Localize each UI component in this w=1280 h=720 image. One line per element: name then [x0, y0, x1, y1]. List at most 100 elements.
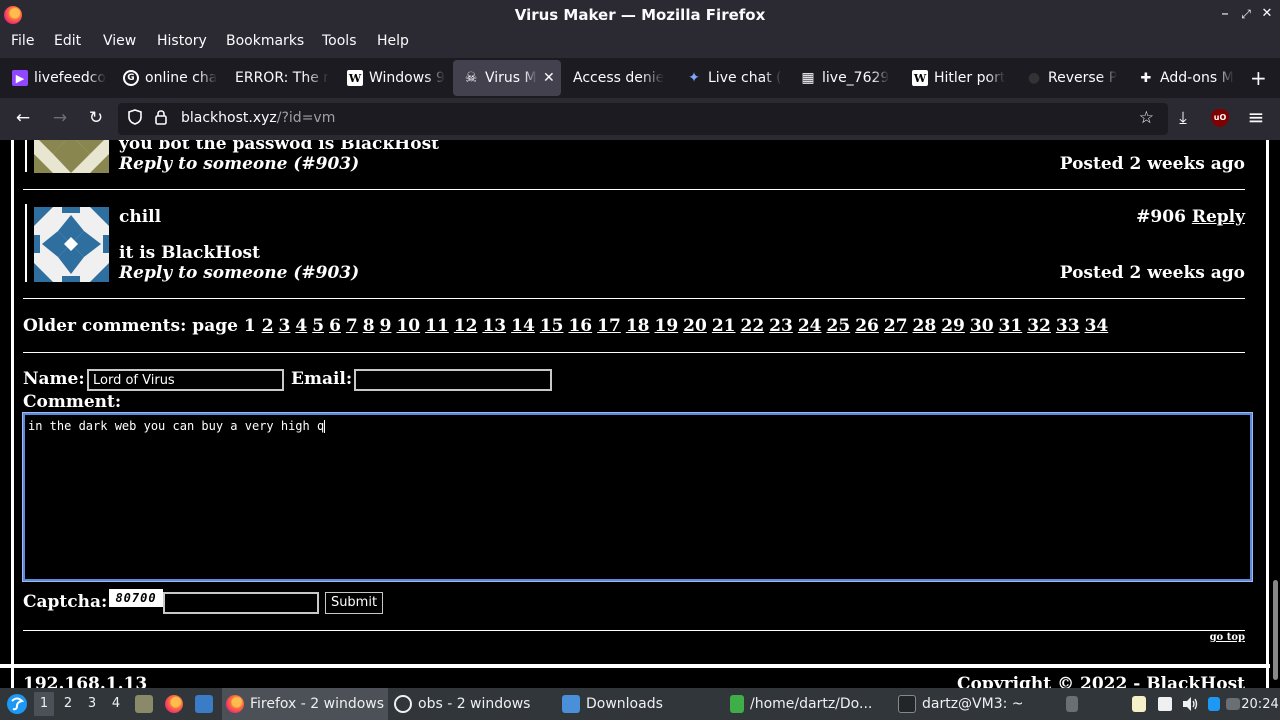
pager-link-31[interactable]: 31 — [999, 316, 1023, 336]
volume-control[interactable] — [1180, 688, 1200, 720]
taskbar-terminal[interactable]: dartz@VM3: ~ — [894, 688, 1060, 720]
taskbar-obs[interactable]: obs - 2 windows — [390, 688, 556, 720]
pager-link-30[interactable]: 30 — [970, 316, 994, 336]
lock-icon[interactable] — [154, 109, 168, 129]
tab-windows[interactable]: W Windows 9 — [337, 60, 445, 96]
pager-link-16[interactable]: 16 — [568, 316, 592, 336]
pager-link-27[interactable]: 27 — [884, 316, 908, 336]
pager-link-22[interactable]: 22 — [741, 316, 765, 336]
tab-reverse[interactable]: ● Reverse P — [1016, 60, 1128, 96]
workspace-2[interactable]: 2 — [58, 696, 78, 711]
pager-link-12[interactable]: 12 — [454, 316, 478, 336]
pager-link-17[interactable]: 17 — [597, 316, 621, 336]
tab-virus-maker[interactable]: ☠ Virus Ma ✕ — [453, 60, 561, 96]
tab-access-denied[interactable]: Access denie — [563, 60, 673, 96]
menu-tools[interactable]: Tools — [322, 33, 357, 49]
menu-file[interactable]: File — [11, 33, 34, 49]
pager-link-14[interactable]: 14 — [511, 316, 535, 336]
page-scrollbar[interactable] — [1270, 140, 1280, 688]
window-title: Virus Maker — Mozilla Firefox — [514, 6, 766, 24]
pager-link-13[interactable]: 13 — [482, 316, 506, 336]
files-launcher[interactable] — [134, 688, 154, 720]
back-button[interactable]: ← — [12, 108, 34, 128]
tray-item[interactable] — [1156, 688, 1174, 720]
pager-link-24[interactable]: 24 — [798, 316, 822, 336]
pager-link-26[interactable]: 26 — [855, 316, 879, 336]
pager-link-29[interactable]: 29 — [941, 316, 965, 336]
menu-view[interactable]: View — [103, 33, 136, 49]
reload-button[interactable]: ↻ — [85, 108, 107, 128]
new-tab-button[interactable]: + — [1250, 66, 1267, 90]
workspace-1[interactable]: 1 — [34, 692, 54, 716]
tab-add-ons[interactable]: ✚ Add-ons M — [1128, 60, 1240, 96]
menu-help[interactable]: Help — [377, 33, 409, 49]
tab-hitler-port[interactable]: W Hitler port — [902, 60, 1012, 96]
pager-link-15[interactable]: 15 — [540, 316, 564, 336]
pager-link-25[interactable]: 25 — [827, 316, 851, 336]
pager-link-8[interactable]: 8 — [363, 316, 375, 336]
pager-link-23[interactable]: 23 — [769, 316, 793, 336]
pager-link-21[interactable]: 21 — [712, 316, 736, 336]
pager-link-19[interactable]: 19 — [654, 316, 678, 336]
tab-livefeed[interactable]: ▶ livefeedco — [2, 60, 112, 96]
clock[interactable]: 20:24 — [1240, 688, 1280, 720]
desktop-launcher[interactable] — [193, 688, 215, 720]
terminal-icon — [898, 695, 916, 713]
ublock-origin-icon[interactable]: uO — [1211, 109, 1229, 127]
taskbar-downloads[interactable]: Downloads — [558, 688, 724, 720]
app-menu-button[interactable]: ≡ — [1245, 105, 1267, 129]
menu-history[interactable]: History — [157, 33, 207, 49]
name-input[interactable] — [87, 369, 284, 391]
pager-link-32[interactable]: 32 — [1027, 316, 1051, 336]
pager-link-28[interactable]: 28 — [913, 316, 937, 336]
minimize-button[interactable]: – — [1215, 4, 1235, 22]
maximize-button[interactable]: ⤢ — [1236, 7, 1256, 22]
network-indicator[interactable] — [1225, 688, 1241, 720]
taskbar-home-folder[interactable]: /home/dartz/Do... — [726, 688, 892, 720]
pager-link-10[interactable]: 10 — [396, 316, 420, 336]
url-text[interactable]: blackhost.xyz/?id=vm — [181, 110, 335, 126]
pager-link-5[interactable]: 5 — [312, 316, 324, 336]
update-notifier[interactable] — [1207, 688, 1221, 720]
download-button[interactable]: ⤓ — [1172, 108, 1194, 128]
pager-link-33[interactable]: 33 — [1056, 316, 1080, 336]
menu-bookmarks[interactable]: Bookmarks — [226, 33, 304, 49]
taskbar-item-label: Downloads — [586, 696, 663, 712]
tab-live-id[interactable]: ▦ live_7629 — [790, 60, 900, 96]
pager-link-18[interactable]: 18 — [626, 316, 650, 336]
pager-link-11[interactable]: 11 — [425, 316, 449, 336]
url-bar[interactable]: blackhost.xyz/?id=vm ☆ — [118, 103, 1168, 135]
pager-link-6[interactable]: 6 — [329, 316, 341, 336]
tab-close-icon[interactable]: ✕ — [543, 70, 555, 86]
close-button[interactable]: ✕ — [1257, 6, 1277, 21]
comment-textarea[interactable]: in the dark web you can buy a very high … — [23, 413, 1252, 581]
taskbar-firefox[interactable]: Firefox - 2 windows — [222, 688, 388, 720]
scrollbar-thumb[interactable] — [1273, 580, 1278, 680]
shield-icon[interactable] — [128, 109, 142, 129]
pager-link-4[interactable]: 4 — [295, 316, 307, 336]
tab-live-chat[interactable]: ✦ Live chat ( — [676, 60, 786, 96]
menu-edit[interactable]: Edit — [54, 33, 81, 49]
email-input[interactable] — [354, 369, 552, 391]
pager-link-9[interactable]: 9 — [380, 316, 392, 336]
forward-button[interactable]: → — [49, 108, 71, 128]
bookmark-star-icon[interactable]: ☆ — [1139, 108, 1154, 128]
tray-item[interactable] — [1064, 688, 1080, 720]
pager-link-7[interactable]: 7 — [346, 316, 358, 336]
tray-item[interactable] — [1130, 688, 1148, 720]
pager-link-34[interactable]: 34 — [1085, 316, 1109, 336]
submit-button[interactable]: Submit — [325, 592, 383, 614]
pager-link-20[interactable]: 20 — [683, 316, 707, 336]
go-top-link[interactable]: go top — [1210, 632, 1245, 643]
captcha-input[interactable] — [163, 592, 319, 614]
firefox-launcher[interactable] — [163, 688, 185, 720]
pager-link-2[interactable]: 2 — [262, 316, 274, 336]
skull-icon: ☠ — [464, 70, 478, 86]
start-menu-button[interactable] — [3, 688, 31, 720]
reply-link[interactable]: Reply — [1192, 207, 1245, 227]
pager-link-3[interactable]: 3 — [279, 316, 291, 336]
workspace-4[interactable]: 4 — [106, 696, 126, 711]
tab-error[interactable]: ERROR: The r — [225, 60, 335, 96]
tab-online-chat[interactable]: G online cha — [113, 60, 223, 96]
workspace-3[interactable]: 3 — [82, 696, 102, 711]
